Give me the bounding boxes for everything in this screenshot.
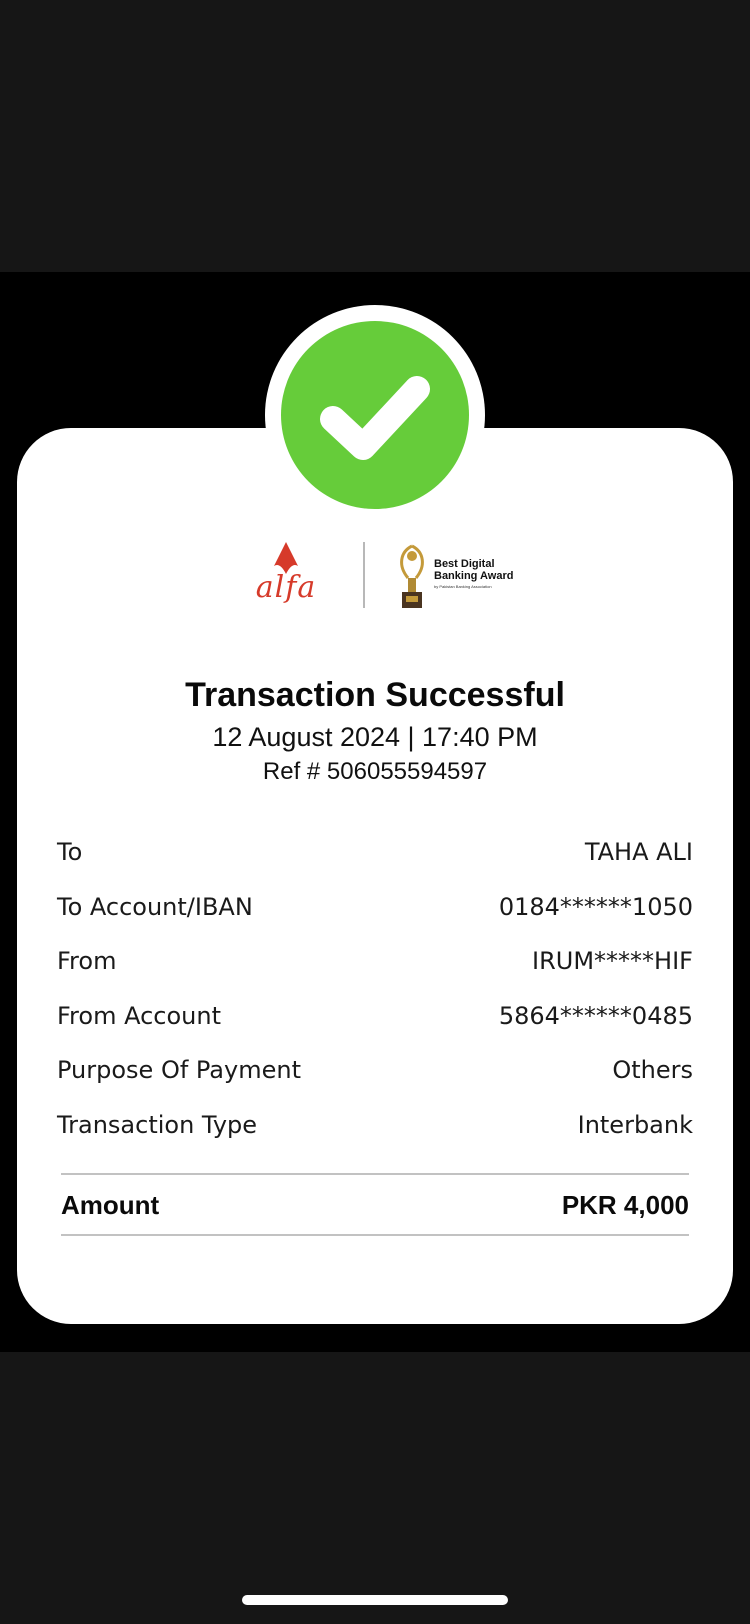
detail-label: From — [57, 947, 117, 975]
award-title: Best Digital Banking Award — [434, 558, 514, 582]
transaction-reference: Ref # 506055594597 — [262, 758, 488, 785]
amount-row: Amount PKR 4,000 — [61, 1190, 689, 1221]
transaction-title: Transaction Successful — [185, 676, 565, 714]
detail-row-to: To TAHA ALI — [57, 838, 693, 893]
detail-label: To — [57, 838, 83, 866]
transaction-details: To TAHA ALI To Account/IBAN 0184******10… — [57, 838, 693, 1165]
logo-divider — [363, 542, 365, 608]
alfa-logo-text: alfa — [255, 570, 317, 605]
check-icon — [320, 376, 430, 460]
success-badge — [265, 305, 485, 525]
detail-row-purpose: Purpose Of Payment Others — [57, 1056, 693, 1111]
alfa-logo: alfa — [246, 540, 326, 612]
brand-logos: alfa Best Digital Banking Award by Pakis… — [0, 540, 750, 612]
detail-row-from-account: From Account 5864******0485 — [57, 1002, 693, 1057]
detail-value: Others — [612, 1056, 693, 1084]
detail-value: IRUM*****HIF — [532, 947, 693, 975]
detail-label: From Account — [57, 1001, 221, 1030]
detail-row-to-account: To Account/IBAN 0184******1050 — [57, 893, 693, 948]
success-circle — [281, 321, 469, 509]
detail-value: 5864******0485 — [498, 1001, 693, 1030]
detail-label: Transaction Type — [57, 1110, 258, 1139]
screen: alfa Best Digital Banking Award by Pakis… — [0, 0, 750, 1624]
detail-value: TAHA ALI — [584, 838, 693, 866]
amount-label: Amount — [61, 1190, 160, 1220]
amount-divider-top — [61, 1173, 689, 1175]
transaction-datetime: 12 August 2024 | 17:40 PM — [212, 722, 538, 752]
detail-value: Interbank — [577, 1110, 693, 1139]
award-badge: Best Digital Banking Award by Pakistan B… — [390, 540, 520, 612]
detail-label: To Account/IBAN — [57, 892, 253, 921]
detail-row-transaction-type: Transaction Type Interbank — [57, 1111, 693, 1166]
home-indicator[interactable] — [242, 1595, 508, 1605]
detail-value: 0184******1050 — [498, 892, 693, 921]
detail-row-from: From IRUM*****HIF — [57, 947, 693, 1002]
amount-value: PKR 4,000 — [561, 1190, 689, 1220]
trophy-icon — [400, 544, 424, 608]
amount-divider-bottom — [61, 1234, 689, 1236]
award-subtitle: by Pakistan Banking Association — [434, 584, 492, 589]
detail-label: Purpose Of Payment — [57, 1056, 301, 1084]
